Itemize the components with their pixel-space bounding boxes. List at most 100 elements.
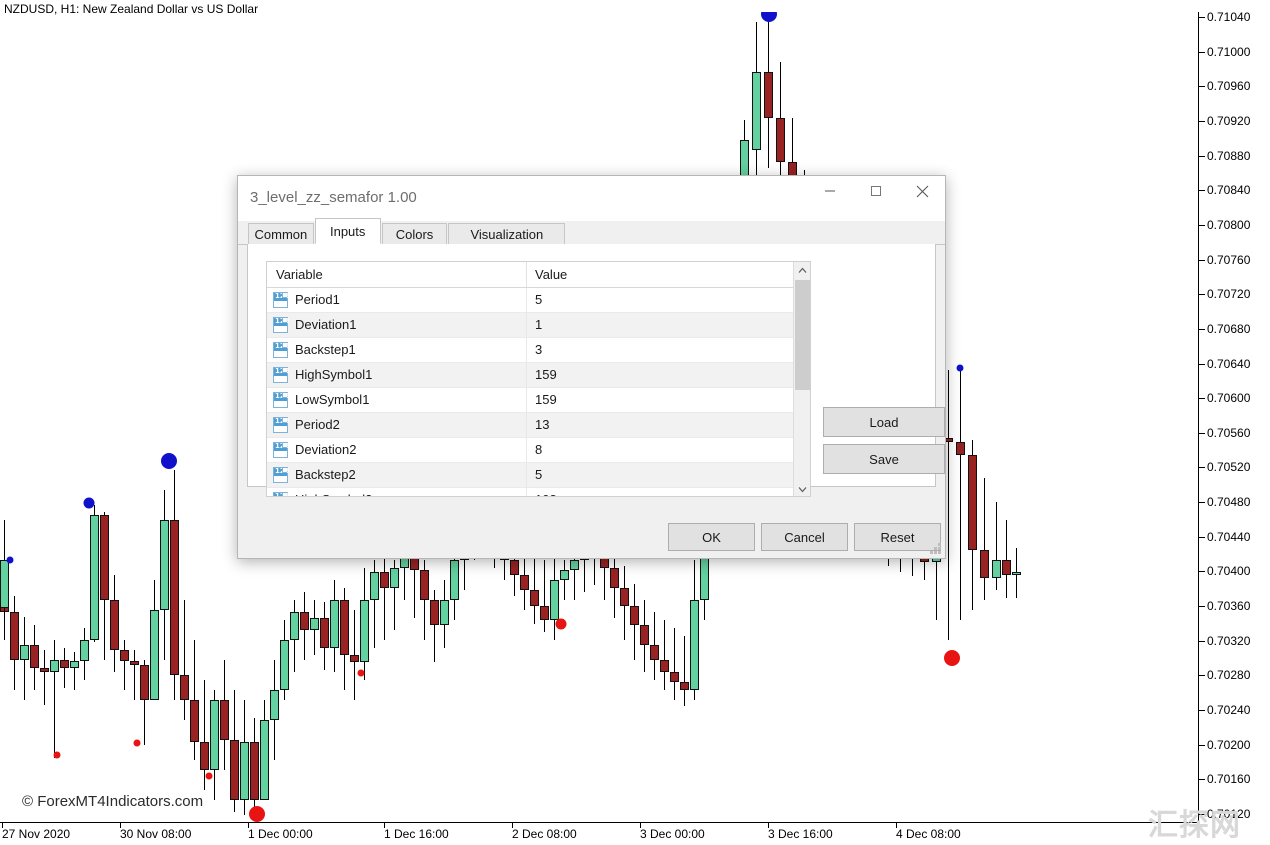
semafor-dot-low [944,650,960,666]
parameter-value[interactable]: 159 [535,367,557,382]
load-button[interactable]: Load [823,407,945,437]
table-row[interactable]: 123Backstep13 [267,338,810,363]
price-tick-label: 0.70920 [1207,114,1250,128]
table-row[interactable]: 123HighSymbol1159 [267,363,810,388]
tab-colors[interactable]: Colors [382,223,448,244]
price-tick-label: 0.70960 [1207,79,1250,93]
table-row[interactable]: 123Deviation11 [267,313,810,338]
scroll-up-icon[interactable] [794,262,810,279]
table-row[interactable]: 123HighSymbol2108 [267,488,810,497]
candle-body [764,72,773,118]
reset-button[interactable]: Reset [854,523,941,551]
time-tick-label: 2 Dec 08:00 [512,827,577,841]
dialog-tabs[interactable]: CommonInputsColorsVisualization [238,221,945,245]
price-tick [1199,398,1205,399]
integer-parameter-icon: 123 [273,292,288,308]
candle-body [610,568,619,588]
cell-divider [526,388,527,413]
price-tick [1199,225,1205,226]
tab-common[interactable]: Common [248,223,314,244]
candle-body [20,645,29,660]
price-tick [1199,86,1205,87]
candle-body [220,700,229,740]
price-tick-label: 0.70680 [1207,322,1250,336]
parameter-value[interactable]: 8 [535,442,542,457]
parameters-grid[interactable]: Variable Value 123Period15123Deviation11… [266,261,811,497]
semafor-dot-high [761,12,777,22]
candle-body [570,560,579,570]
candle-body [1012,572,1021,575]
candle-body [370,572,379,600]
cell-divider [526,288,527,313]
table-row[interactable]: 123Backstep25 [267,463,810,488]
dialog-titlebar[interactable]: 3_level_zz_semafor 1.00 [238,176,945,221]
price-tick [1199,606,1205,607]
candle-body [80,640,89,661]
ok-button[interactable]: OK [668,523,755,551]
parameter-value[interactable]: 13 [535,417,549,432]
save-button[interactable]: Save [823,444,945,474]
candle-body [968,455,977,550]
price-tick-label: 0.70400 [1207,564,1250,578]
candle-body [420,570,429,600]
price-tick-label: 0.70280 [1207,668,1250,682]
scrollbar-thumb[interactable] [795,280,810,390]
candle-wick [64,648,65,688]
time-tick-label: 1 Dec 16:00 [384,827,449,841]
maximize-icon[interactable] [853,176,899,206]
candle-body [250,742,259,800]
close-icon[interactable] [899,176,945,206]
table-row[interactable]: 123Period15 [267,288,810,313]
candle-body [180,675,189,700]
table-row[interactable]: 123Period213 [267,413,810,438]
header-divider [526,262,527,287]
parameter-value[interactable]: 1 [535,317,542,332]
minimize-icon[interactable] [807,176,853,206]
price-tick [1199,502,1205,503]
candle-body [30,645,39,668]
candle-wick [384,548,385,640]
price-tick [1199,294,1205,295]
candle-wick [134,650,135,700]
table-row[interactable]: 123LowSymbol1159 [267,388,810,413]
integer-parameter-icon: 123 [273,367,288,383]
price-tick [1199,571,1205,572]
site-watermark: © ForexMT4Indicators.com [22,793,203,810]
semafor-dot-high [957,365,964,372]
candle-wick [544,560,545,632]
parameter-value[interactable]: 108 [535,492,557,497]
parameter-value[interactable]: 5 [535,467,542,482]
price-tick-label: 0.70320 [1207,634,1250,648]
cancel-button[interactable]: Cancel [761,523,848,551]
parameter-value[interactable]: 3 [535,342,542,357]
scroll-down-icon[interactable] [794,481,810,497]
candle-wick [684,636,685,706]
candle-body [350,655,359,662]
integer-parameter-icon: 123 [273,492,288,497]
price-tick-label: 0.70640 [1207,357,1250,371]
grid-scrollbar[interactable] [793,262,810,497]
candle-body [776,118,785,162]
candle-wick [674,628,675,700]
semafor-dot-low [249,806,265,822]
integer-parameter-icon: 123 [273,417,288,433]
candle-body [752,72,761,150]
candle-body [230,740,239,800]
candle-body [956,442,965,455]
tab-visualization[interactable]: Visualization [448,223,565,244]
resize-grip[interactable] [930,543,942,555]
tab-inputs[interactable]: Inputs [315,218,381,244]
parameter-value[interactable]: 159 [535,392,557,407]
time-tick-label: 3 Dec 16:00 [768,827,833,841]
price-tick [1199,537,1205,538]
candle-body [680,682,689,690]
dialog-title: 3_level_zz_semafor 1.00 [250,189,417,206]
semafor-dot-low [54,752,61,759]
candle-wick [74,652,75,690]
candle-body [520,575,529,590]
parameter-value[interactable]: 5 [535,292,542,307]
indicator-properties-dialog[interactable]: 3_level_zz_semafor 1.00 CommonInputsColo… [237,175,946,559]
table-row[interactable]: 123Deviation28 [267,438,810,463]
candle-body [360,600,369,662]
candle-body [160,520,169,610]
